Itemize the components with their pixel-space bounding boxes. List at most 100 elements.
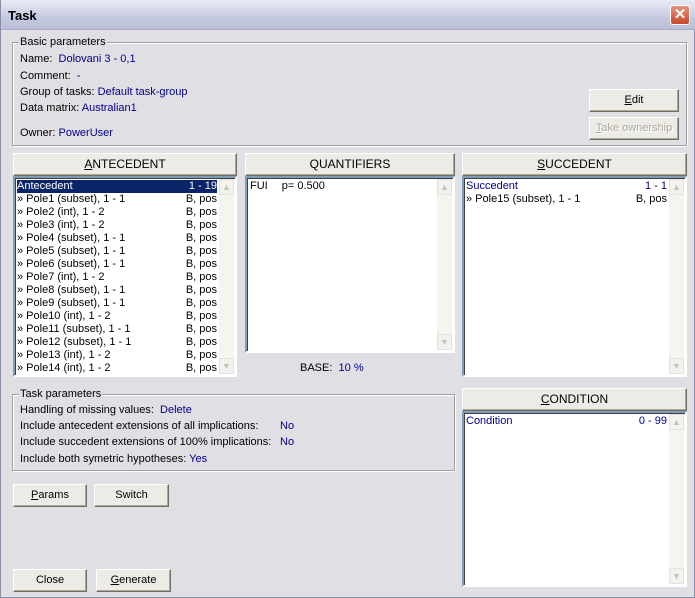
quantifiers-list[interactable]: FUI p= 0.500 ▲ ▼ [245, 176, 455, 353]
label: Data matrix: [20, 102, 80, 114]
value: - [76, 70, 81, 82]
item-value: B, pos [185, 323, 217, 335]
antecedent-header-button[interactable]: ANTECEDENT [13, 153, 237, 176]
item-label: » Pole6 (subset), 1 - 1 [17, 258, 126, 270]
item-value: B, pos [185, 271, 217, 283]
value: 10 % [338, 362, 364, 374]
task-dialog: Task ✕ Basic parameters Name: Dolovani 3… [0, 0, 695, 598]
label: Comment: [20, 70, 71, 82]
group-label: Basic parameters [19, 36, 107, 48]
missing-values-field: Handling of missing values: Delete [20, 404, 192, 416]
item-label: Antecedent [17, 180, 73, 192]
item-value: 0 - 99 [638, 415, 667, 427]
antecedent-list[interactable]: Antecedent 1 - 19 » Pole1 (subset), 1 - 1 B… [13, 176, 237, 377]
item-label: » Pole14 (int), 1 - 2 [17, 362, 111, 374]
list-item[interactable]: » Pole7 (int), 1 - 2 B, pos [17, 271, 217, 284]
item-value: B, pos [185, 219, 217, 231]
scrollbar[interactable]: ▲ ▼ [669, 414, 684, 584]
label: Handling of missing values: [20, 404, 154, 416]
take-ownership-button[interactable]: Take ownership [589, 117, 679, 140]
item-value: B, pos [185, 258, 217, 270]
name-field: Name: Dolovani 3 - 0,1 [20, 53, 136, 65]
generate-button[interactable]: Generate [96, 569, 171, 592]
item-value: B, pos [185, 349, 217, 361]
list-item[interactable]: » Pole10 (int), 1 - 2 B, pos [17, 310, 217, 323]
item-value: B, pos [185, 232, 217, 244]
condition-list[interactable]: Condition 0 - 99 ▲ ▼ [462, 411, 687, 587]
condition-header-button[interactable]: CONDITION [462, 388, 687, 411]
basic-parameters-group: Basic parameters Name: Dolovani 3 - 0,1 … [12, 36, 687, 146]
item-label: Condition [466, 415, 513, 427]
list-item[interactable]: » Pole8 (subset), 1 - 1 B, pos [17, 284, 217, 297]
item-label: » Pole13 (int), 1 - 2 [17, 349, 111, 361]
switch-button[interactable]: Switch [94, 484, 169, 507]
scroll-down-icon[interactable]: ▼ [437, 334, 452, 350]
list-item[interactable]: » Pole12 (subset), 1 - 1 B, pos [17, 336, 217, 349]
antecedent-extensions-value: No [280, 420, 295, 432]
list-item[interactable]: » Pole13 (int), 1 - 2 B, pos [17, 349, 217, 362]
succedent-extensions-field: Include succedent extensions of 100% imp… [20, 436, 271, 448]
item-value: B, pos [635, 193, 667, 205]
succedent-list[interactable]: Succedent 1 - 1 » Pole15 (subset), 1 - 1 B,… [462, 176, 687, 377]
close-icon[interactable]: ✕ [670, 5, 690, 25]
edit-button[interactable]: Edit [589, 89, 679, 112]
item-label: » Pole11 (subset), 1 - 1 [17, 323, 131, 335]
antecedent-extensions-field: Include antecedent extensions of all imp… [20, 420, 258, 432]
item-label: » Pole12 (subset), 1 - 1 [17, 336, 132, 348]
list-item[interactable]: » Pole4 (subset), 1 - 1 B, pos [17, 232, 217, 245]
window-title: Task [8, 8, 37, 23]
value: Australian1 [81, 102, 137, 114]
item-value: B, pos [185, 310, 217, 322]
label: Group of tasks: [20, 86, 95, 98]
item-value: B, pos [185, 193, 217, 205]
list-item[interactable]: Condition 0 - 99 [466, 415, 667, 428]
params-button[interactable]: Params [13, 484, 87, 507]
quantifier-name: FUI [250, 180, 268, 192]
list-item[interactable]: » Pole6 (subset), 1 - 1 B, pos [17, 258, 217, 271]
list-item[interactable]: Antecedent 1 - 19 [16, 179, 218, 194]
quantifier-param: p= 0.500 [281, 180, 325, 192]
scrollbar[interactable]: ▲ ▼ [669, 179, 684, 374]
item-label: » Pole4 (subset), 1 - 1 [17, 232, 126, 244]
list-item[interactable]: FUI p= 0.500 [250, 180, 325, 193]
item-value: 1 - 19 [188, 180, 217, 192]
value: PowerUser [58, 127, 113, 139]
item-label: » Pole7 (int), 1 - 2 [17, 271, 105, 283]
list-item[interactable]: » Pole2 (int), 1 - 2 B, pos [17, 206, 217, 219]
scroll-up-icon[interactable]: ▲ [219, 179, 234, 195]
data-matrix-field: Data matrix: Australian1 [20, 102, 137, 114]
list-item[interactable]: » Pole5 (subset), 1 - 1 B, pos [17, 245, 217, 258]
list-item[interactable]: » Pole9 (subset), 1 - 1 B, pos [17, 297, 217, 310]
list-item[interactable]: » Pole11 (subset), 1 - 1 B, pos [17, 323, 217, 336]
group-label: Task parameters [19, 388, 103, 400]
succedent-header-button[interactable]: SUCCEDENT [462, 153, 687, 176]
list-item[interactable]: » Pole3 (int), 1 - 2 B, pos [17, 219, 217, 232]
base-field: BASE: 10 % [300, 362, 364, 374]
scroll-down-icon[interactable]: ▼ [669, 358, 684, 374]
quantifiers-header-button[interactable]: QUANTIFIERS [245, 153, 455, 176]
scroll-down-icon[interactable]: ▼ [219, 358, 234, 374]
title-bar: Task ✕ [1, 0, 695, 30]
item-label: » Pole15 (subset), 1 - 1 [466, 193, 581, 205]
scrollbar[interactable]: ▲ ▼ [437, 179, 452, 350]
scroll-up-icon[interactable]: ▲ [437, 179, 452, 195]
label: Include antecedent extensions of all imp… [20, 420, 259, 432]
scrollbar[interactable]: ▲ ▼ [219, 179, 234, 374]
succedent-extensions-value: No [280, 436, 295, 448]
scroll-up-icon[interactable]: ▲ [669, 414, 684, 430]
scroll-up-icon[interactable]: ▲ [669, 179, 684, 195]
item-value: B, pos [185, 297, 217, 309]
value: Default task-group [97, 86, 188, 98]
list-item[interactable]: » Pole15 (subset), 1 - 1 B, pos [466, 193, 667, 206]
item-value: B, pos [185, 206, 217, 218]
close-button[interactable]: Close [13, 569, 87, 592]
list-item[interactable]: » Pole14 (int), 1 - 2 B, pos [17, 362, 217, 375]
scroll-down-icon[interactable]: ▼ [669, 568, 684, 584]
label: BASE: [300, 362, 333, 374]
item-value: 1 - 1 [644, 180, 667, 192]
label: Name: [20, 53, 53, 65]
list-item[interactable]: Succedent 1 - 1 [466, 180, 667, 193]
item-value: B, pos [185, 284, 217, 296]
list-item[interactable]: » Pole1 (subset), 1 - 1 B, pos [17, 193, 217, 206]
item-value: B, pos [185, 245, 217, 257]
